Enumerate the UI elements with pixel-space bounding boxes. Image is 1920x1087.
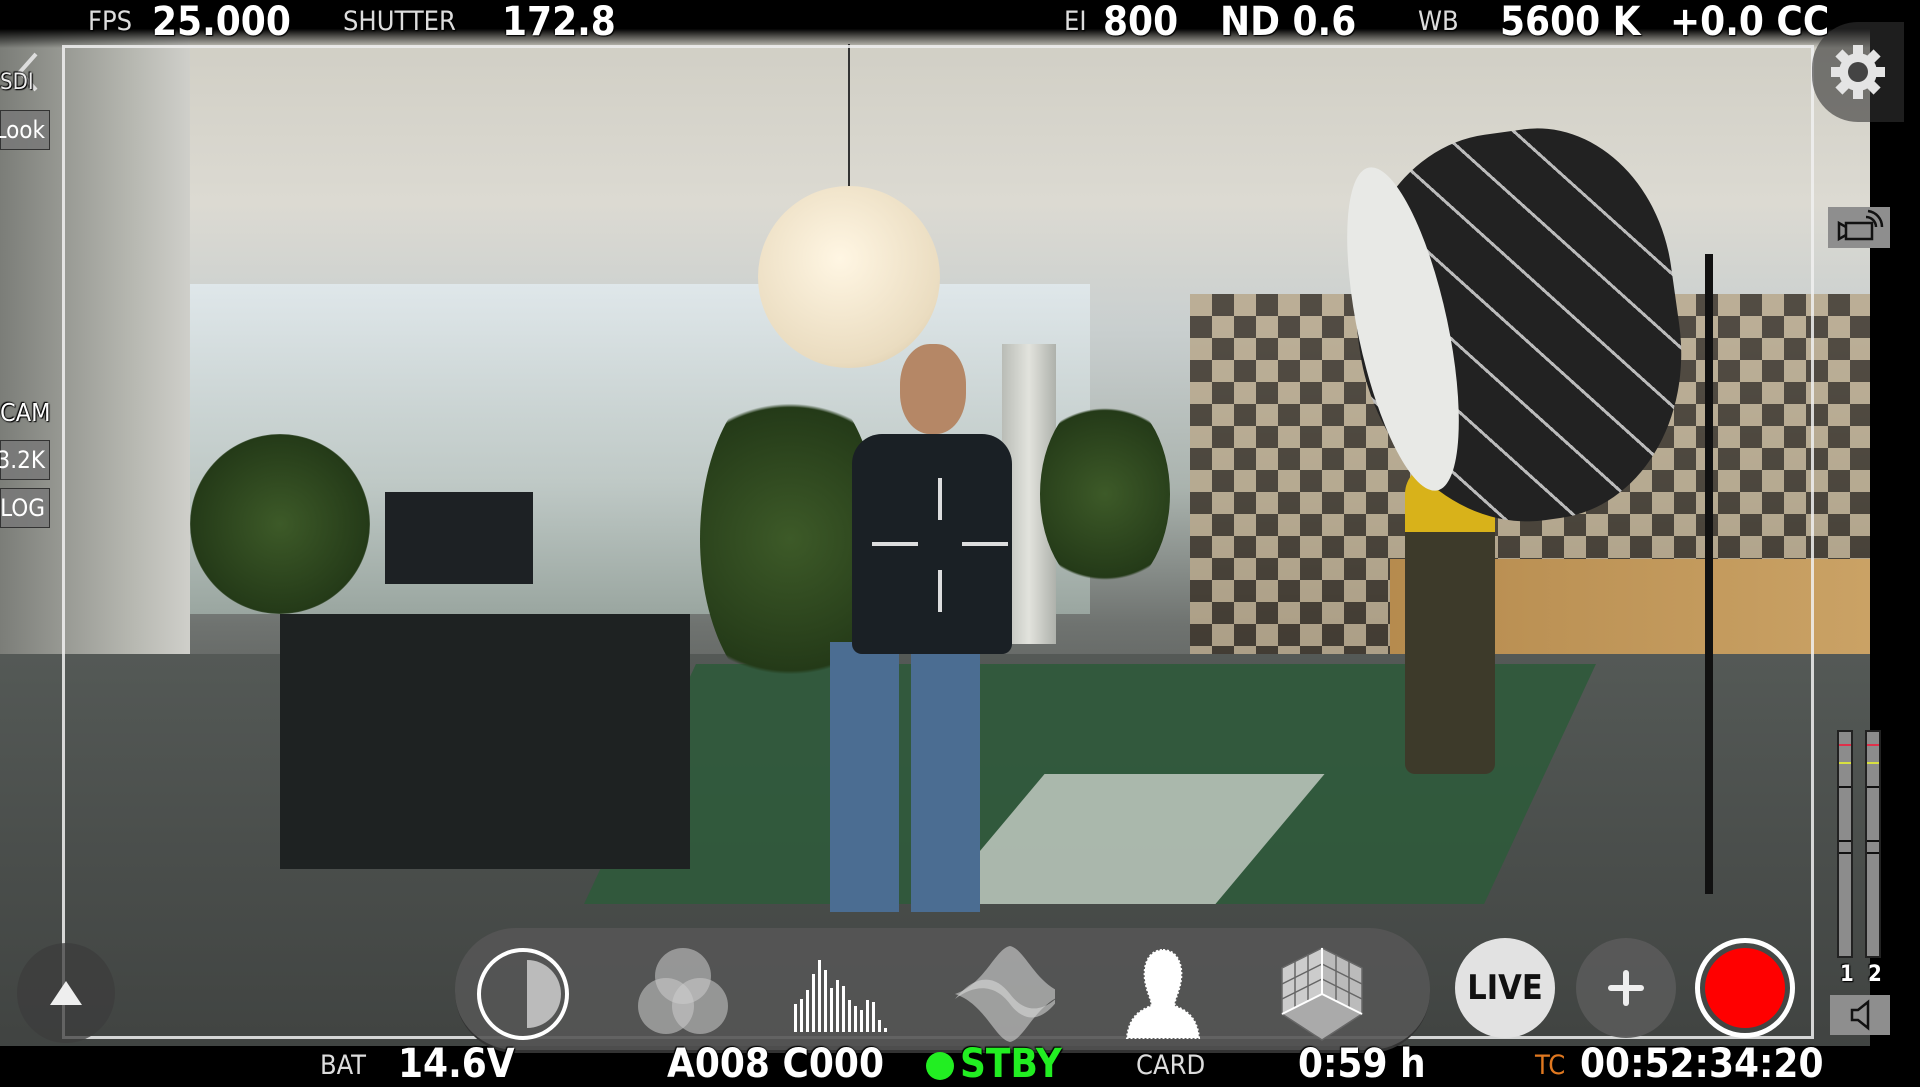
record-icon bbox=[1705, 948, 1785, 1028]
add-button[interactable] bbox=[1576, 938, 1676, 1038]
resolution-button[interactable]: 3.2K bbox=[0, 440, 50, 480]
camera-remote-button[interactable] bbox=[1828, 207, 1890, 248]
gear-icon bbox=[1831, 45, 1885, 99]
false-color-tool[interactable] bbox=[473, 944, 573, 1044]
audio-channel-label-1: 1 bbox=[1840, 962, 1854, 987]
timecode-label: TC bbox=[1535, 1050, 1566, 1081]
waveform-icon bbox=[955, 946, 1055, 1042]
triangle-up-icon bbox=[50, 981, 82, 1005]
wb-label: WB bbox=[1418, 6, 1459, 37]
histogram-tool[interactable] bbox=[790, 944, 890, 1044]
audio-meter-channel-1 bbox=[1837, 730, 1853, 958]
peaking-tool[interactable] bbox=[1113, 944, 1213, 1044]
battery-label: BAT bbox=[320, 1050, 367, 1081]
waveform-tool[interactable] bbox=[955, 944, 1055, 1044]
card-remaining: 0:59 h bbox=[1298, 1041, 1426, 1087]
timecode-value[interactable]: 00:52:34:20 bbox=[1580, 1044, 1824, 1084]
clip-name: A008 C000 bbox=[667, 1041, 885, 1087]
shutter-value[interactable]: 172.8 bbox=[502, 2, 616, 42]
record-status: STBY bbox=[960, 1041, 1062, 1087]
live-button-label: LIVE bbox=[1467, 968, 1543, 1008]
card-label: CARD bbox=[1136, 1050, 1206, 1081]
plus-icon bbox=[1608, 970, 1644, 1006]
histogram-icon bbox=[794, 960, 887, 1032]
audio-meter-channel-2 bbox=[1865, 730, 1881, 958]
camera-wireless-icon bbox=[1837, 209, 1884, 242]
color-channels-tool[interactable] bbox=[633, 944, 733, 1044]
expand-toolbar-button[interactable] bbox=[17, 943, 115, 1043]
fps-value[interactable]: 25.000 bbox=[152, 2, 291, 42]
look-button[interactable]: Look bbox=[0, 110, 50, 150]
cam-label: CAM bbox=[0, 398, 51, 427]
cc-value[interactable]: +0.0 CC bbox=[1670, 2, 1829, 42]
nd-value[interactable]: ND 0.6 bbox=[1220, 2, 1356, 42]
standby-indicator-icon bbox=[926, 1052, 954, 1080]
audio-monitor-button[interactable] bbox=[1830, 995, 1890, 1035]
audio-channel-label-2: 2 bbox=[1868, 962, 1882, 987]
person-outline-icon bbox=[1125, 948, 1201, 1039]
cube-grid-icon bbox=[1280, 946, 1364, 1041]
wb-value[interactable]: 5600 K bbox=[1500, 2, 1641, 42]
gamma-button[interactable]: LOG bbox=[0, 488, 50, 528]
fps-label: FPS bbox=[88, 6, 133, 37]
ei-label: EI bbox=[1064, 6, 1087, 37]
output-label: SDI bbox=[0, 70, 34, 95]
live-button[interactable]: LIVE bbox=[1455, 938, 1555, 1038]
speaker-icon bbox=[1850, 999, 1870, 1031]
record-button[interactable] bbox=[1695, 938, 1795, 1038]
battery-value: 14.6V bbox=[398, 1041, 515, 1087]
lut-3d-tool[interactable] bbox=[1272, 944, 1372, 1044]
frame-guide bbox=[62, 45, 1814, 1039]
settings-button[interactable] bbox=[1812, 22, 1904, 122]
ei-value[interactable]: 800 bbox=[1103, 2, 1178, 42]
rgb-circles-icon bbox=[638, 948, 728, 1034]
shutter-label: SHUTTER bbox=[343, 6, 456, 37]
contrast-icon bbox=[477, 948, 569, 1040]
